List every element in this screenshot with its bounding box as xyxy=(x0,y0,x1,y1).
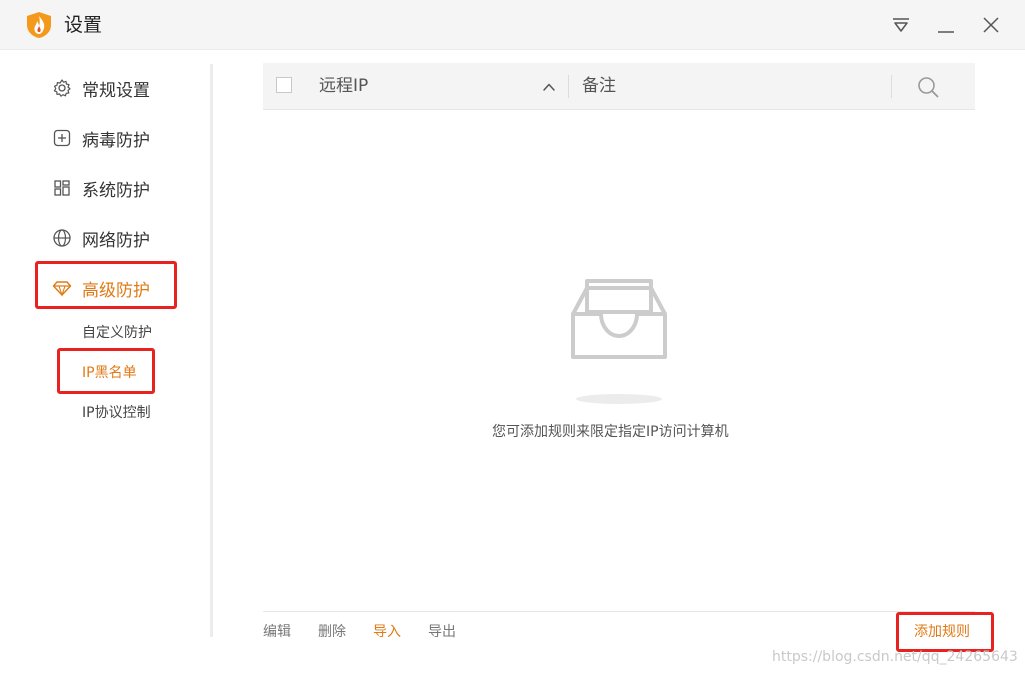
sidebar-subitem-custom-protection[interactable]: 自定义防护 xyxy=(82,323,152,343)
dropdown-menu-icon[interactable] xyxy=(889,13,913,37)
sidebar-item-advanced-protection[interactable]: 高级防护 xyxy=(52,273,150,303)
search-icon[interactable] xyxy=(916,75,940,103)
diamond-icon xyxy=(52,278,72,298)
empty-state-message: 您可添加规则来限定指定IP访问计算机 xyxy=(492,424,729,440)
sidebar-item-label: 网络防护 xyxy=(82,230,150,251)
globe-icon xyxy=(52,228,72,248)
sidebar-item-system-protection[interactable]: 系统防护 xyxy=(52,173,150,203)
empty-state-shadow xyxy=(576,394,662,404)
title-bar: 设置 xyxy=(0,0,1025,50)
sidebar-item-label: 病毒防护 xyxy=(82,130,150,151)
sidebar-item-label: 常规设置 xyxy=(82,80,150,101)
sidebar-item-general-settings[interactable]: 常规设置 xyxy=(52,73,150,103)
chevron-up-icon[interactable] xyxy=(541,79,557,99)
column-separator xyxy=(891,75,892,98)
plus-square-icon xyxy=(52,128,72,148)
table-header: 远程IP 备注 xyxy=(263,63,975,110)
sidebar-item-virus-protection[interactable]: 病毒防护 xyxy=(52,123,150,153)
minimize-icon[interactable] xyxy=(934,13,958,37)
export-button[interactable]: 导出 xyxy=(428,622,456,642)
sidebar-subitem-ip-blacklist[interactable]: IP黑名单 xyxy=(82,363,137,383)
edit-button[interactable]: 编辑 xyxy=(263,622,291,642)
window-title: 设置 xyxy=(64,14,103,36)
flame-shield-logo xyxy=(26,11,52,39)
watermark-text: https://blog.csdn.net/qq_24265643 xyxy=(772,649,1018,665)
sidebar-item-label: 系统防护 xyxy=(82,180,150,201)
delete-button[interactable]: 删除 xyxy=(318,622,346,642)
sidebar-subitem-ip-protocol-control[interactable]: IP协议控制 xyxy=(82,403,151,423)
add-rule-button[interactable]: 添加规则 xyxy=(914,622,970,642)
column-separator xyxy=(568,75,569,98)
column-header-remote-ip[interactable]: 远程IP xyxy=(319,75,368,97)
sidebar-divider xyxy=(210,64,213,637)
select-all-checkbox[interactable] xyxy=(276,77,292,93)
column-header-remark[interactable]: 备注 xyxy=(582,75,616,97)
sidebar-item-network-protection[interactable]: 网络防护 xyxy=(52,223,150,253)
gear-icon xyxy=(52,78,72,98)
close-icon[interactable] xyxy=(979,13,1003,37)
empty-inbox-icon xyxy=(567,278,671,366)
windows-icon xyxy=(52,178,72,198)
import-button[interactable]: 导入 xyxy=(373,622,401,642)
sidebar-item-label: 高级防护 xyxy=(82,280,150,301)
footer-divider xyxy=(263,611,975,612)
